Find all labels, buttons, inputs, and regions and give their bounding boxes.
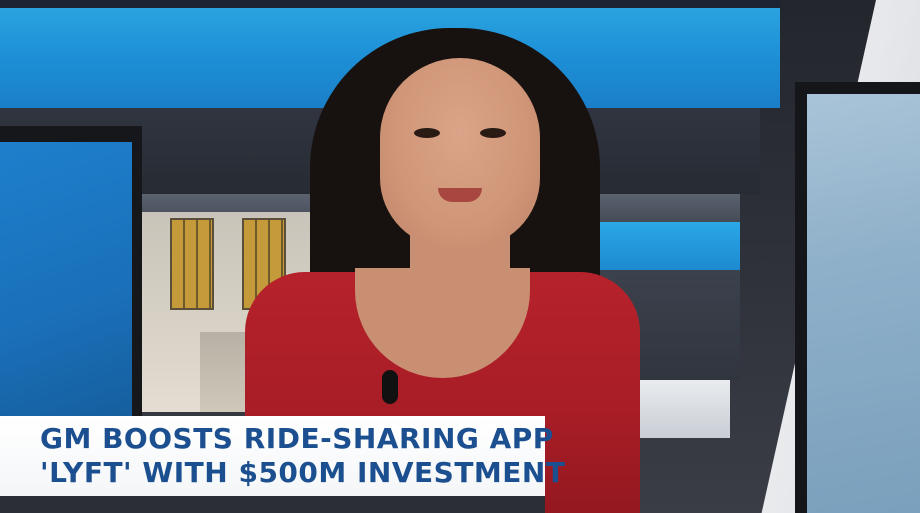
news-lower-third: GM BOOSTS RIDE-SHARING APP 'LYFT' WITH $… <box>0 416 566 496</box>
studio-band-top <box>0 0 780 8</box>
presenter-eye-left <box>414 128 440 138</box>
left-monitor-screen <box>0 142 132 426</box>
headline-line-2: 'LYFT' WITH $500M INVESTMENT <box>40 456 566 489</box>
lower-third-dark-bar <box>0 496 545 513</box>
presenter-eye-right <box>480 128 506 138</box>
presenter-mouth <box>438 188 482 202</box>
presenter-neckline <box>355 268 530 378</box>
presenter-face <box>380 58 540 248</box>
lapel-microphone-icon <box>382 370 398 404</box>
right-monitor <box>795 82 920 513</box>
left-monitor <box>0 126 142 426</box>
right-monitor-screen <box>807 94 920 513</box>
studio-white-shelf <box>640 380 730 438</box>
headline-line-1: GM BOOSTS RIDE-SHARING APP <box>40 422 554 455</box>
video-frame: GM BOOSTS RIDE-SHARING APP 'LYFT' WITH $… <box>0 0 920 513</box>
building-window <box>170 218 214 310</box>
